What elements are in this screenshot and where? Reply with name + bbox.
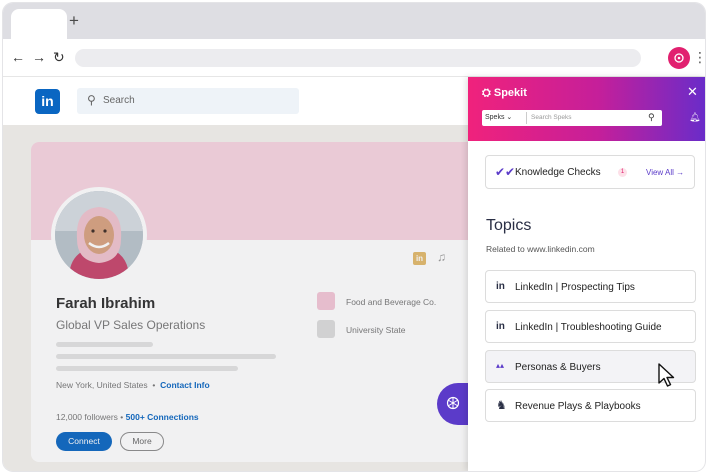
browser-window: + ← → ↻ ⋮ in ⚲ Search in ♫ Farah Ibrahim… <box>3 3 705 471</box>
spekit-launcher-handle[interactable] <box>437 383 471 425</box>
topic-item[interactable]: ♞ Revenue Plays & Playbooks <box>485 389 696 422</box>
topic-label: Personas & Buyers <box>515 362 601 373</box>
double-check-icon: ✔✔ <box>495 165 516 179</box>
linkedin-icon: in <box>496 281 505 292</box>
browser-toolbar: ← → ↻ ⋮ <box>3 39 705 77</box>
search-scope-select[interactable]: Speks ⌄ <box>485 113 512 121</box>
search-placeholder: Search <box>103 95 135 106</box>
search-divider <box>526 112 527 124</box>
spekit-network-icon <box>445 395 461 414</box>
topic-label: Revenue Plays & Playbooks <box>515 401 641 412</box>
browser-menu-icon[interactable]: ⋮ <box>693 49 705 65</box>
linkedin-search-input[interactable]: ⚲ Search <box>77 88 299 114</box>
new-tab-button[interactable]: + <box>69 12 79 30</box>
spekit-panel: ⛭ Spekit ✕ Speks ⌄ Search Speks ⚲ 🔔︎ ✔✔ … <box>468 77 705 471</box>
tab-strip: + <box>3 3 705 39</box>
knowledge-checks-card[interactable]: ✔✔ Knowledge Checks 1 View All → <box>485 155 695 189</box>
spekit-brand-text: Spekit <box>493 87 527 99</box>
chess-knight-icon: ♞ <box>496 398 507 412</box>
spekit-header: ⛭ Spekit ✕ Speks ⌄ Search Speks ⚲ 🔔︎ <box>468 77 705 141</box>
spekit-search-input[interactable]: Search Speks <box>531 114 571 121</box>
search-scope-value: Speks <box>485 114 505 121</box>
knowledge-checks-label: Knowledge Checks <box>515 167 601 178</box>
linkedin-logo[interactable]: in <box>35 89 60 114</box>
close-icon[interactable]: ✕ <box>687 85 698 99</box>
chevron-down-icon: ⌄ <box>506 114 513 121</box>
knowledge-checks-badge: 1 <box>618 168 627 177</box>
people-icon: ▴▴ <box>496 361 505 370</box>
topic-item[interactable]: in LinkedIn | Troubleshooting Guide <box>485 310 696 343</box>
topic-label: LinkedIn | Prospecting Tips <box>515 282 635 293</box>
search-icon[interactable]: ⚲ <box>648 112 655 123</box>
reload-icon[interactable]: ↻ <box>53 50 65 64</box>
spekit-extension-icon[interactable] <box>668 47 690 69</box>
notification-bell-icon[interactable]: 🔔︎ <box>689 112 700 123</box>
forward-icon[interactable]: → <box>32 50 46 64</box>
view-all-link[interactable]: View All → <box>646 168 684 177</box>
spekit-logo-icon: ⛭ <box>482 87 491 99</box>
back-icon[interactable]: ← <box>11 50 25 64</box>
search-icon: ⚲ <box>87 93 96 107</box>
related-to-text: Related to www.linkedin.com <box>486 244 595 254</box>
address-bar[interactable] <box>75 49 641 67</box>
topic-label: LinkedIn | Troubleshooting Guide <box>515 322 662 333</box>
spekit-search-bar: Speks ⌄ Search Speks ⚲ <box>482 110 662 126</box>
browser-tab[interactable] <box>11 9 67 39</box>
linkedin-icon: in <box>496 321 505 332</box>
mouse-cursor-icon <box>658 363 675 387</box>
topic-item[interactable]: in LinkedIn | Prospecting Tips <box>485 270 696 303</box>
spekit-brand: ⛭ Spekit <box>482 87 527 100</box>
topics-heading: Topics <box>486 217 532 234</box>
